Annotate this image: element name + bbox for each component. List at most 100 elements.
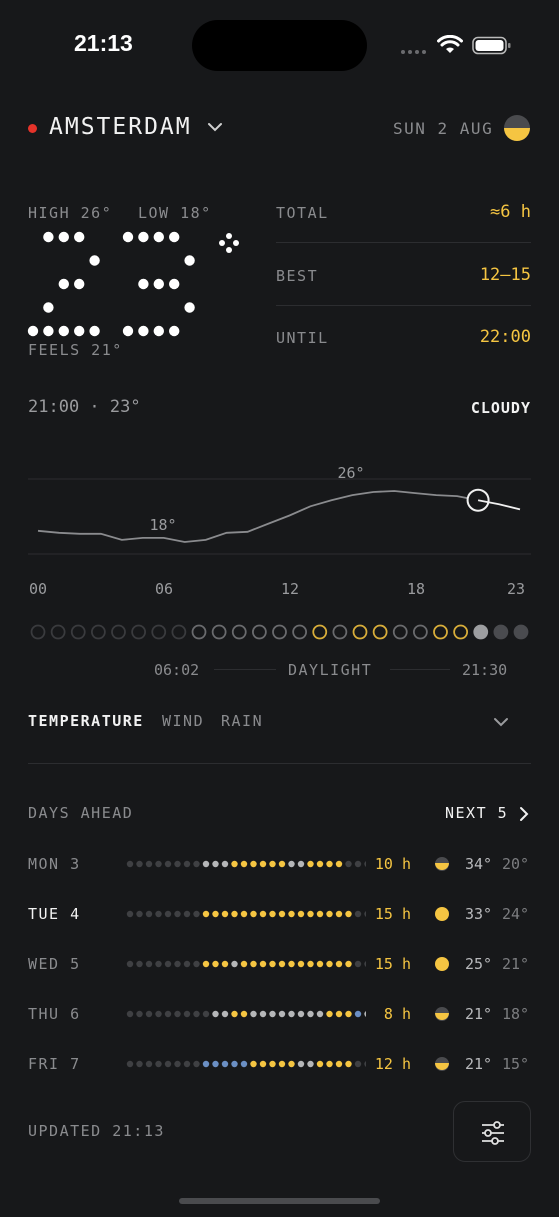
day-hour-dot: [240, 910, 248, 918]
day-hour-dot: [183, 860, 191, 868]
status-time: 21:13: [74, 30, 133, 56]
live-indicator: [28, 124, 37, 133]
day-sun-dots: [126, 1060, 366, 1068]
day-hour-dot: [136, 960, 143, 968]
digit-dot: [89, 325, 100, 337]
high-label: HIGH 26°: [28, 204, 113, 222]
day-hour-dot: [288, 860, 295, 868]
day-hour-dot: [193, 1010, 200, 1018]
hour-sun-indicator: [30, 624, 46, 640]
day-hour-dot: [174, 860, 181, 868]
day-hour-dot: [250, 960, 257, 968]
hour-sun-indicator: [211, 624, 227, 640]
day-hour-dot: [316, 1010, 324, 1018]
hour-sun-indicator: [412, 624, 428, 640]
low-label: LOW 18°: [138, 204, 212, 222]
current-time-temp: 21:00 · 23°: [28, 397, 141, 417]
day-hour-dot: [288, 1010, 295, 1018]
tab-rain[interactable]: RAIN: [221, 712, 263, 730]
day-hour-dot: [307, 860, 314, 868]
chart-min-label: 18°: [149, 516, 176, 534]
day-sun-dots: [126, 860, 366, 868]
sun-icon: [435, 907, 449, 921]
day-hour-dot: [278, 960, 286, 968]
day-hour-dot: [145, 960, 153, 968]
divider: [28, 763, 531, 764]
chevron-down-icon[interactable]: [492, 714, 510, 733]
day-hour-dot: [240, 1010, 248, 1018]
stat-until-value: 22:00: [479, 327, 531, 347]
day-hour-dot: [145, 860, 153, 868]
day-hour-dot: [193, 1060, 200, 1068]
tab-temperature[interactable]: TEMPERATURE: [28, 712, 144, 730]
day-low-temp: 24°: [502, 905, 530, 923]
city-name[interactable]: AMSTERDAM: [49, 114, 192, 140]
day-hour-dot: [155, 1010, 162, 1018]
day-hour-dot: [240, 860, 248, 868]
hour-sun-indicator: [292, 624, 308, 640]
digit-dot: [138, 231, 149, 243]
chevron-down-icon[interactable]: [206, 119, 224, 138]
hour-sun-indicator: [312, 624, 328, 640]
digit-dot: [138, 325, 149, 337]
day-hour-dot: [164, 1010, 172, 1018]
dynamic-island: [192, 20, 367, 71]
current-hour-marker: [466, 488, 490, 512]
hour-sun-indicator: [191, 624, 207, 640]
tab-wind[interactable]: WIND: [162, 712, 204, 730]
x-tick: 18: [407, 580, 425, 598]
day-hour-dot: [183, 1060, 191, 1068]
chevron-right-icon[interactable]: [518, 806, 530, 826]
day-high-temp: 25°: [465, 955, 493, 973]
day-hour-dot: [174, 1060, 181, 1068]
day-hour-dot: [155, 960, 162, 968]
day-hour-dot: [231, 1010, 238, 1018]
battery-icon: [472, 36, 512, 60]
day-hour-dot: [278, 1010, 286, 1018]
day-hour-dot: [183, 1010, 191, 1018]
settings-button[interactable]: [453, 1101, 531, 1162]
wifi-icon: [437, 34, 463, 59]
day-hour-dot: [183, 910, 191, 918]
day-hour-dot: [269, 1060, 276, 1068]
hour-sun-indicator: [473, 624, 489, 640]
stat-total-label: TOTAL: [276, 204, 329, 222]
day-hour-dot: [269, 960, 276, 968]
day-low-temp: 20°: [502, 855, 530, 873]
day-hour-dot: [212, 910, 219, 918]
day-hour-dot: [155, 1060, 162, 1068]
day-hour-dot: [326, 1060, 333, 1068]
day-hour-dot: [316, 960, 324, 968]
digit-dot: [58, 278, 69, 290]
digit-dot: [74, 231, 85, 243]
feels-like: FEELS 21°: [28, 341, 123, 359]
temperature-chart[interactable]: 26° 18° 00 06 12 18 23: [0, 440, 559, 615]
day-hour-dot: [221, 960, 229, 968]
chart-max-label: 26°: [337, 464, 364, 482]
day-hour-dot: [231, 960, 238, 968]
digit-dot: [43, 325, 54, 337]
day-hour-dot: [250, 910, 257, 918]
day-hour-dot: [240, 1060, 248, 1068]
day-hour-dot: [155, 910, 162, 918]
digit-dot: [169, 325, 180, 337]
partial-sun-icon: [435, 857, 449, 871]
day-hour-dot: [278, 910, 286, 918]
hour-sun-indicator: [151, 624, 167, 640]
day-hour-dot: [335, 910, 343, 918]
day-hour-dot: [250, 1060, 257, 1068]
hour-sun-indicator: [171, 624, 187, 640]
day-hour-dot: [297, 910, 305, 918]
hour-sun-indicator: [272, 624, 287, 640]
x-tick: 06: [155, 580, 173, 598]
daylight-label: DAYLIGHT: [288, 661, 373, 679]
day-sun-hours: 8 h: [383, 1005, 411, 1023]
day-high-temp: 34°: [465, 855, 493, 873]
next-5-button[interactable]: NEXT 5: [445, 804, 508, 822]
half-moon-icon: [503, 114, 531, 146]
temperature-line: [37, 490, 479, 543]
day-hour-dot: [259, 1060, 267, 1068]
hour-sun-indicator: [50, 624, 66, 640]
day-hour-dot: [202, 960, 210, 968]
day-hour-dot: [164, 1060, 172, 1068]
